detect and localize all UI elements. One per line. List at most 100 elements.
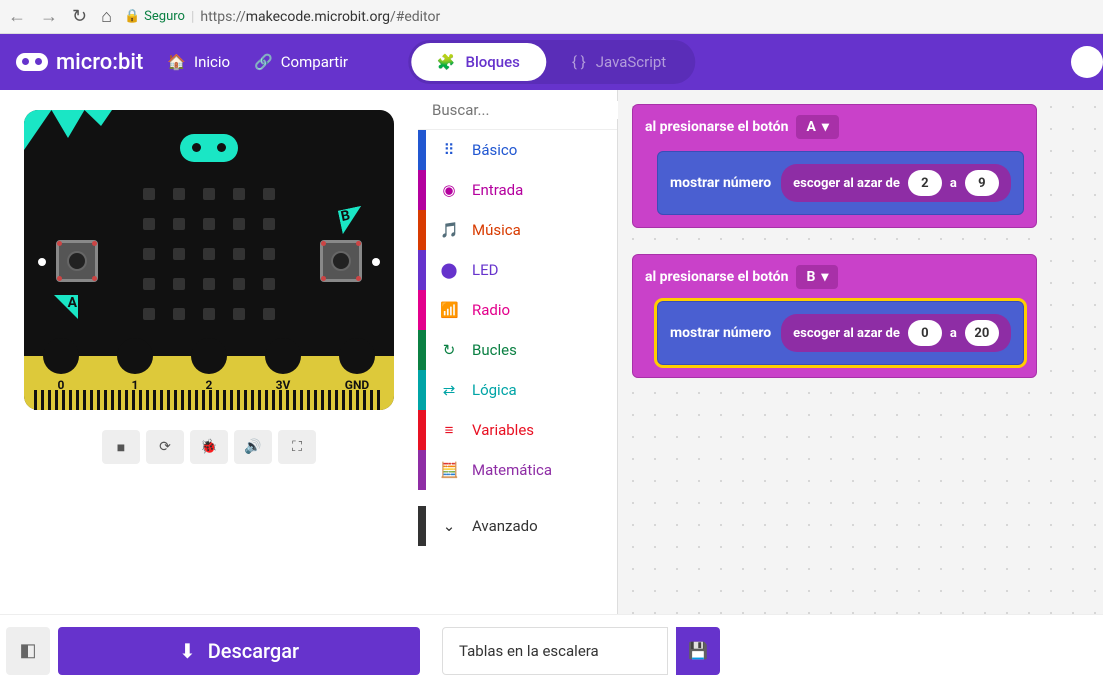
fullscreen-icon: ⛶ [292, 439, 302, 455]
debug-button[interactable]: 🐞 [190, 430, 228, 464]
simulator-controls: ■ ⟳ 🐞 🔊 ⛶ [102, 430, 316, 464]
category-led[interactable]: ⬤LED [418, 250, 617, 290]
reload-icon[interactable]: ↻ [72, 6, 87, 27]
show-label: mostrar número [670, 175, 771, 191]
blocks-mode-button[interactable]: 🧩 Bloques [411, 43, 546, 81]
pin-gnd[interactable]: GND [339, 338, 375, 374]
save-icon: 💾 [688, 641, 708, 660]
category-logica[interactable]: ⇄Lógica [418, 370, 617, 410]
event-block-b[interactable]: al presionarse el botón B▾ mostrar númer… [632, 254, 1037, 378]
grid-icon: ⠿ [440, 141, 458, 159]
category-radio[interactable]: 📶Radio [418, 290, 617, 330]
footer: ◧ ⬇ Descargar 💾 [0, 614, 1103, 686]
project-name-input[interactable] [442, 627, 668, 675]
share-label: Compartir [281, 53, 348, 71]
forward-icon[interactable]: → [40, 6, 58, 27]
separator: | [191, 9, 194, 25]
category-matematica[interactable]: 🧮Matemática [418, 450, 617, 490]
left-dot [38, 258, 46, 266]
category-label: Música [472, 221, 521, 239]
event-header: al presionarse el botón A▾ [645, 115, 1024, 139]
mode-toggle: 🧩 Bloques { } JavaScript [408, 40, 695, 84]
save-button[interactable]: 💾 [676, 627, 720, 675]
random-block[interactable]: escoger al azar de 0 a 20 [781, 314, 1011, 352]
microbit-button-a[interactable] [56, 240, 98, 282]
category-avanzado[interactable]: ⌄Avanzado [418, 506, 617, 546]
js-icon: { } [572, 53, 586, 71]
pin-0[interactable]: 0 [43, 338, 79, 374]
speaker-icon: 🔊 [244, 439, 261, 455]
mute-button[interactable]: 🔊 [234, 430, 272, 464]
label-a: A [54, 295, 78, 319]
home-button[interactable]: 🏠 Inicio [167, 53, 230, 71]
show-number-block[interactable]: mostrar número escoger al azar de 2 a 9 [657, 151, 1024, 215]
download-button[interactable]: ⬇ Descargar [58, 627, 420, 675]
chevron-down-icon: ▾ [821, 269, 828, 285]
button-dropdown[interactable]: A▾ [796, 115, 838, 139]
pin-3v[interactable]: 3V [265, 338, 301, 374]
category-label: Básico [472, 141, 517, 159]
simulator-panel: A B 0 1 2 3V GND ■ ⟳ 🐞 🔊 ⛶ [0, 90, 418, 614]
download-label: Descargar [208, 639, 299, 663]
category-bucles[interactable]: ↻Bucles [418, 330, 617, 370]
event-block-a[interactable]: al presionarse el botón A▾ mostrar númer… [632, 104, 1037, 228]
browser-chrome: ← → ↻ ⌂ 🔒 Seguro | https://makecode.micr… [0, 0, 1103, 34]
category-label: Bucles [472, 341, 517, 359]
collapse-icon: ◧ [19, 640, 36, 661]
stop-button[interactable]: ■ [102, 430, 140, 464]
microbit-button-b[interactable] [320, 240, 362, 282]
number-from[interactable]: 2 [908, 170, 942, 196]
collapse-sim-button[interactable]: ◧ [6, 627, 50, 675]
blocks-label: Bloques [465, 53, 519, 71]
chevron-down-icon: ▾ [822, 119, 829, 135]
url-path: /#editor [390, 9, 440, 25]
event-text: al presionarse el botón [645, 269, 788, 285]
number-from[interactable]: 0 [908, 320, 942, 346]
category-label: Entrada [472, 181, 523, 199]
js-label: JavaScript [596, 53, 666, 71]
category-basico[interactable]: ⠿ Básico [418, 130, 617, 170]
microbit-simulator[interactable]: A B 0 1 2 3V GND [24, 110, 394, 410]
microbit-antenna [24, 110, 134, 150]
restart-button[interactable]: ⟳ [146, 430, 184, 464]
number-to[interactable]: 9 [965, 170, 999, 196]
search-bar[interactable]: 🔍 [418, 90, 617, 130]
number-to[interactable]: 20 [965, 320, 999, 346]
download-icon: ⬇ [179, 639, 196, 663]
random-block[interactable]: escoger al azar de 2 a 9 [781, 164, 1011, 202]
home-icon[interactable]: ⌂ [101, 6, 112, 27]
blocks-workspace[interactable]: al presionarse el botón A▾ mostrar númer… [618, 90, 1103, 614]
event-text: al presionarse el botón [645, 119, 788, 135]
music-icon: 🎵 [440, 221, 458, 239]
debug-icon: 🐞 [200, 439, 217, 455]
fullscreen-button[interactable]: ⛶ [278, 430, 316, 464]
logo[interactable]: micro:bit [16, 50, 143, 75]
category-label: LED [472, 261, 498, 279]
category-label: Lógica [472, 381, 517, 399]
javascript-mode-button[interactable]: { } JavaScript [546, 43, 692, 81]
url-prefix: https:// [200, 9, 245, 25]
show-number-block-selected[interactable]: mostrar número escoger al azar de 0 a 20 [657, 301, 1024, 365]
input-icon: ◉ [440, 181, 458, 199]
url-bar[interactable]: 🔒 Seguro | https://makecode.microbit.org… [124, 9, 440, 25]
category-entrada[interactable]: ◉ Entrada [418, 170, 617, 210]
url-text: https://makecode.microbit.org/#editor [200, 9, 440, 25]
math-icon: 🧮 [440, 461, 458, 479]
variables-icon: ≡ [440, 421, 458, 439]
sep-label: a [950, 326, 957, 341]
dropdown-value: A [806, 119, 815, 135]
category-label: Variables [472, 421, 534, 439]
category-musica[interactable]: 🎵 Música [418, 210, 617, 250]
pin-2[interactable]: 2 [191, 338, 227, 374]
search-input[interactable] [432, 101, 631, 119]
back-icon[interactable]: ← [8, 6, 26, 27]
event-header: al presionarse el botón B▾ [645, 265, 1024, 289]
button-dropdown[interactable]: B▾ [796, 265, 838, 289]
pin-1[interactable]: 1 [117, 338, 153, 374]
category-variables[interactable]: ≡ Variables [418, 410, 617, 450]
logo-icon [16, 53, 48, 71]
blocks-icon: 🧩 [437, 53, 456, 71]
share-button[interactable]: 🔗 Compartir [254, 53, 348, 71]
url-host: makecode.microbit.org [246, 9, 390, 25]
avatar[interactable] [1071, 46, 1103, 78]
